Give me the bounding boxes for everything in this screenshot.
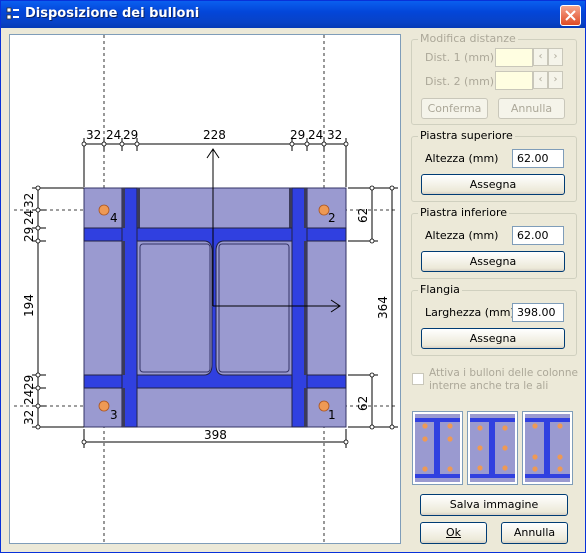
top-dim-5: 24	[308, 128, 323, 142]
right-dim-2: 62	[356, 396, 370, 411]
left-dim-1: 24	[22, 210, 36, 225]
inner-bolts-label-1: Attiva i bulloni delle colonne	[429, 367, 578, 379]
top-dim-4: 29	[290, 128, 305, 142]
top-dim-2: 29	[123, 128, 138, 142]
top-plate-height-label: Altezza (mm)	[425, 152, 499, 165]
top-plate-height-input[interactable]: 62.00	[512, 149, 564, 168]
window-title: Disposizione dei bulloni	[25, 6, 200, 21]
close-icon	[565, 10, 576, 21]
left-dim-4: 29	[22, 375, 36, 390]
left-dim-5: 24	[22, 390, 36, 405]
left-dim-6: 32	[22, 410, 36, 425]
layout-preset-1[interactable]	[412, 411, 463, 485]
bolt-label-2: 2	[328, 211, 336, 225]
top-plate-assign-button[interactable]: Assegna	[421, 174, 565, 195]
ok-label: Ok	[445, 526, 462, 539]
right-dim-1: 364	[376, 296, 390, 319]
right-dim-0: 62	[356, 208, 370, 223]
left-dimension	[32, 187, 84, 428]
distances-title: Modifica distanze	[418, 32, 518, 45]
distances-cancel-button[interactable]: Annulla	[498, 98, 565, 119]
bolt-label-1: 1	[328, 408, 336, 422]
confirm-button[interactable]: Conferma	[421, 98, 488, 119]
bolt-label-3: 3	[110, 408, 118, 422]
top-dim-0: 32	[86, 128, 101, 142]
bottom-plate-height-input[interactable]: 62.00	[512, 226, 564, 245]
layout-preset-2[interactable]	[467, 411, 518, 485]
bolt-label-4: 4	[110, 211, 118, 225]
bottom-plate-title: Piastra inferiore	[418, 206, 510, 219]
dist2-input[interactable]	[495, 71, 533, 90]
top-dim-1: 24	[106, 128, 121, 142]
save-image-button[interactable]: Salva immagine	[420, 494, 568, 516]
dist1-decrement-button[interactable]: ‹	[533, 48, 548, 66]
flange-assign-button[interactable]: Assegna	[421, 328, 565, 349]
layout-preset-3[interactable]	[522, 411, 573, 485]
bolt-layout-drawing: 4 2 3 1 32 24 29 228 29 24 32 398 32 24 …	[14, 35, 398, 543]
inner-bolts-label-2: interne anche tra le ali	[429, 380, 549, 392]
bolt-layout-canvas: 4 2 3 1 32 24 29 228 29 24 32 398 32 24 …	[9, 34, 401, 544]
layout-preset-2-icon	[470, 414, 515, 482]
dialog-window: Disposizione dei bulloni 4 2 3 1 32 24 2…	[0, 0, 586, 553]
layout-preset-1-icon	[415, 414, 460, 482]
top-dim-3: 228	[203, 128, 226, 142]
dist1-input[interactable]	[495, 48, 533, 67]
bottom-dim: 398	[204, 428, 227, 442]
top-plate-title: Piastra superiore	[418, 129, 515, 142]
left-dim-2: 29	[22, 227, 36, 242]
flange-width-label: Larghezza (mm)	[425, 306, 515, 319]
dist1-increment-button[interactable]: ›	[548, 48, 563, 66]
bottom-plate-height-label: Altezza (mm)	[425, 229, 499, 242]
flange-width-input[interactable]: 398.00	[512, 303, 564, 322]
bolt-4	[98, 204, 110, 216]
dist2-decrement-button[interactable]: ‹	[533, 71, 548, 89]
left-dim-0: 32	[22, 193, 36, 208]
top-dim-6: 32	[327, 128, 342, 142]
close-button[interactable]	[560, 5, 581, 26]
app-icon	[6, 7, 19, 20]
inner-bolts-checkbox[interactable]	[412, 373, 424, 385]
bolt-3	[98, 400, 110, 412]
title-bar: Disposizione dei bulloni	[1, 1, 585, 28]
dist2-label: Dist. 2 (mm)	[425, 75, 495, 88]
dist2-increment-button[interactable]: ›	[548, 71, 563, 89]
bottom-plate-assign-button[interactable]: Assegna	[421, 251, 565, 272]
dist1-label: Dist. 1 (mm)	[425, 51, 495, 64]
flange-title: Flangia	[418, 283, 462, 296]
ok-button[interactable]: Ok	[420, 522, 487, 544]
left-dim-3: 194	[22, 294, 36, 317]
cancel-button[interactable]: Annulla	[501, 522, 568, 544]
layout-preset-3-icon	[525, 414, 570, 482]
